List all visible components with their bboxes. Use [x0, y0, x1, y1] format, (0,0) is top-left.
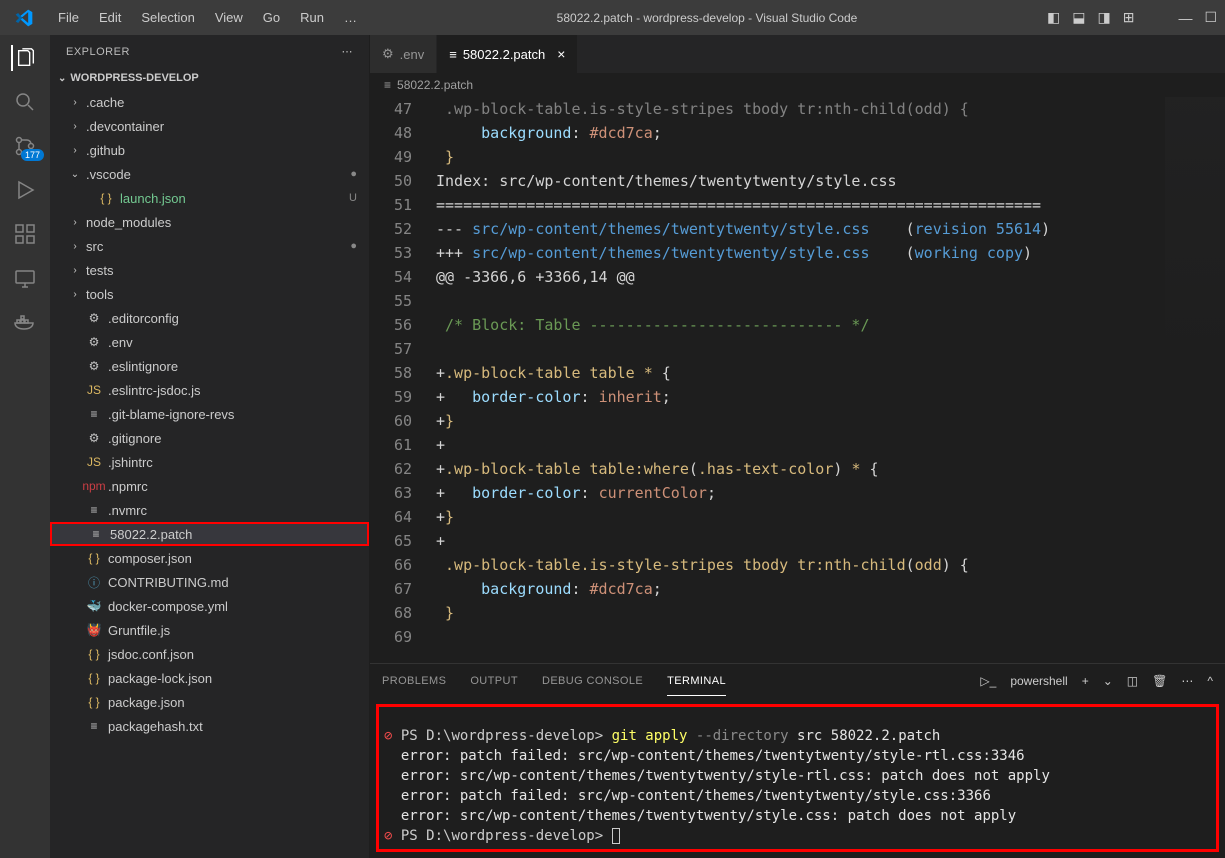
panel-tab-output[interactable]: OUTPUT — [470, 667, 518, 695]
layout-right-icon[interactable]: ◨ — [1097, 9, 1110, 26]
tree-item[interactable]: ›.github — [50, 138, 369, 162]
tree-item[interactable]: ⚙.eslintignore — [50, 354, 369, 378]
code-content[interactable]: .wp-block-table.is-style-stripes tbody t… — [430, 97, 1225, 663]
breadcrumb[interactable]: ≡ 58022.2.patch — [370, 73, 1225, 97]
split-terminal-icon[interactable]: ◫ — [1127, 674, 1138, 688]
sidebar-more-icon[interactable]: ⋯ — [342, 45, 354, 58]
menu-view[interactable]: View — [205, 4, 253, 31]
tree-item[interactable]: ≡58022.2.patch — [50, 522, 369, 546]
file-lines-icon: ≡ — [384, 78, 391, 92]
panel-tab-debug-console[interactable]: DEBUG CONSOLE — [542, 667, 643, 695]
extensions-icon[interactable] — [12, 221, 38, 247]
tree-item[interactable]: ›tests — [50, 258, 369, 282]
tab-bar: ⚙ .env≡ 58022.2.patch× — [370, 35, 1225, 73]
code-editor[interactable]: 4748495051525354555657585960616263646566… — [370, 97, 1225, 663]
menu-edit[interactable]: Edit — [89, 4, 131, 31]
project-header[interactable]: ⌄ WORDPRESS-DEVELOP — [50, 68, 369, 88]
tree-item[interactable]: ›.cache — [50, 90, 369, 114]
menu-selection[interactable]: Selection — [131, 4, 204, 31]
panel-tab-terminal[interactable]: TERMINAL — [667, 667, 726, 696]
tree-item[interactable]: 👹Gruntfile.js — [50, 618, 369, 642]
docker-icon[interactable] — [12, 309, 38, 335]
menu-bar: FileEditSelectionViewGoRun… — [48, 4, 367, 31]
maximize-button[interactable]: ☐ — [1204, 9, 1217, 26]
tree-item[interactable]: ≡.nvmrc — [50, 498, 369, 522]
tab[interactable]: ⚙ .env — [370, 35, 437, 73]
explorer-icon[interactable] — [11, 45, 37, 71]
terminal-split-down-icon[interactable]: ⌄ — [1103, 674, 1113, 688]
tree-item[interactable]: ≡packagehash.txt — [50, 714, 369, 738]
tree-item[interactable]: ›src● — [50, 234, 369, 258]
tree-item[interactable]: ⚙.env — [50, 330, 369, 354]
tree-item[interactable]: { }package-lock.json — [50, 666, 369, 690]
menu-run[interactable]: Run — [290, 4, 334, 31]
new-terminal-icon[interactable]: + — [1082, 674, 1089, 688]
remote-icon[interactable] — [12, 265, 38, 291]
tree-item[interactable]: ⚙.editorconfig — [50, 306, 369, 330]
tree-item[interactable]: ⚙.gitignore — [50, 426, 369, 450]
tree-item[interactable]: { }launch.jsonU — [50, 186, 369, 210]
run-debug-icon[interactable] — [12, 177, 38, 203]
line-gutter: 4748495051525354555657585960616263646566… — [370, 97, 430, 663]
tree-item[interactable]: JS.jshintrc — [50, 450, 369, 474]
titlebar: FileEditSelectionViewGoRun… 58022.2.patc… — [0, 0, 1225, 35]
editor-pane: ⚙ .env≡ 58022.2.patch× ≡ 58022.2.patch 4… — [370, 35, 1225, 858]
tree-item[interactable]: ›.devcontainer — [50, 114, 369, 138]
tree-item[interactable]: ›node_modules — [50, 210, 369, 234]
layout-bottom-icon[interactable]: ⬓ — [1072, 9, 1085, 26]
panel-tab-problems[interactable]: PROBLEMS — [382, 667, 446, 695]
bottom-panel: PROBLEMS OUTPUT DEBUG CONSOLE TERMINAL ▷_ p… — [370, 663, 1225, 858]
window-title: 58022.2.patch - wordpress-develop - Visu… — [371, 11, 1043, 25]
tree-item[interactable]: { }jsdoc.conf.json — [50, 642, 369, 666]
tree-item[interactable]: ›tools — [50, 282, 369, 306]
minimize-button[interactable]: — — [1178, 10, 1192, 26]
minimap[interactable] — [1165, 97, 1225, 377]
tree-item[interactable]: JS.eslintrc-jsdoc.js — [50, 378, 369, 402]
tree-item[interactable]: ⌄.vscode● — [50, 162, 369, 186]
vscode-logo — [14, 8, 34, 28]
panel-more-icon[interactable]: ⋯ — [1181, 674, 1193, 688]
activity-bar — [0, 35, 50, 858]
layout-controls: ◧ ⬓ ◨ ⊞ — ☐ — [1047, 9, 1217, 26]
layout-left-icon[interactable]: ◧ — [1047, 9, 1060, 26]
tree-item[interactable]: { }package.json — [50, 690, 369, 714]
maximize-panel-icon[interactable]: ^ — [1207, 674, 1213, 688]
panel-actions: ▷_ powershell + ⌄ ◫ 🗑 ⋯ ^ — [980, 674, 1213, 688]
tree-item[interactable]: 🐳docker-compose.yml — [50, 594, 369, 618]
tree-item[interactable]: { }composer.json — [50, 546, 369, 570]
panel-tabs: PROBLEMS OUTPUT DEBUG CONSOLE TERMINAL ▷_ p… — [370, 664, 1225, 698]
close-tab-icon[interactable]: × — [557, 46, 565, 62]
sidebar-header: EXPLORER ⋯ — [50, 35, 369, 68]
tree-item[interactable]: npm.npmrc — [50, 474, 369, 498]
sidebar: EXPLORER ⋯ ⌄ WORDPRESS-DEVELOP ›.cache›.… — [50, 35, 370, 858]
layout-grid-icon[interactable]: ⊞ — [1123, 9, 1135, 26]
menu-…[interactable]: … — [334, 4, 367, 31]
terminal-shell-label[interactable]: powershell — [1010, 674, 1067, 688]
file-tree: ›.cache›.devcontainer›.github⌄.vscode●{ … — [50, 88, 369, 858]
terminal-shell-icon[interactable]: ▷_ — [980, 674, 996, 688]
kill-terminal-icon[interactable]: 🗑 — [1152, 674, 1167, 688]
tree-item[interactable]: ≡.git-blame-ignore-revs — [50, 402, 369, 426]
scm-icon[interactable] — [12, 133, 38, 159]
terminal-output[interactable]: ⊘ PS D:\wordpress-develop> git apply --d… — [370, 698, 1225, 858]
tree-item[interactable]: ⓘCONTRIBUTING.md — [50, 570, 369, 594]
search-icon[interactable] — [12, 89, 38, 115]
tab[interactable]: ≡ 58022.2.patch× — [437, 35, 578, 73]
menu-file[interactable]: File — [48, 4, 89, 31]
menu-go[interactable]: Go — [253, 4, 290, 31]
